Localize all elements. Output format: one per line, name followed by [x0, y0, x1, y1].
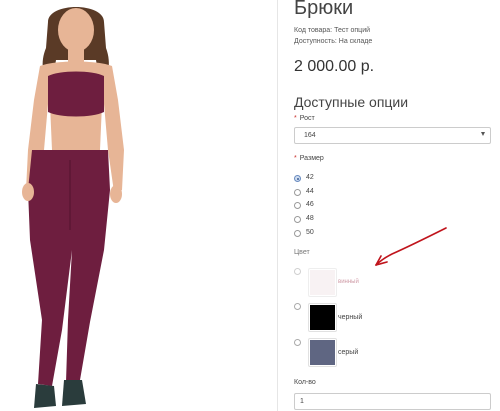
- size-option-label: 48: [306, 215, 314, 222]
- swatch-fill: [310, 340, 335, 365]
- column-divider: [277, 0, 278, 411]
- color-radio[interactable]: [294, 268, 301, 275]
- model-illustration: [22, 7, 124, 408]
- size-radio[interactable]: [294, 216, 301, 223]
- size-radio[interactable]: [294, 230, 301, 237]
- color-option-label: винный: [338, 279, 359, 285]
- product-code: Код товара: Тест опций: [294, 27, 371, 34]
- color-option-label: черный: [338, 314, 363, 321]
- options-heading: Доступные опции: [294, 94, 409, 110]
- required-mark: *: [294, 155, 297, 162]
- color-swatch-wine[interactable]: [308, 268, 337, 297]
- quantity-label: Кол-во: [294, 379, 316, 386]
- color-label: Цвет: [294, 249, 310, 256]
- color-swatch-black[interactable]: [308, 303, 337, 332]
- swatch-fill: [310, 305, 335, 330]
- height-select-value: 164: [304, 132, 316, 139]
- height-label-text: Рост: [299, 115, 315, 122]
- size-radio[interactable]: [294, 189, 301, 196]
- chevron-down-icon: [481, 132, 485, 136]
- height-label: * Рост: [294, 115, 315, 122]
- quantity-input[interactable]: 1: [294, 393, 491, 410]
- product-details-panel: Брюки Код товара: Тест опций Доступность…: [294, 0, 500, 411]
- height-select[interactable]: 164: [294, 127, 491, 144]
- size-radio-selected[interactable]: [294, 175, 301, 182]
- size-label: * Размер: [294, 155, 324, 162]
- product-title: Брюки: [294, 0, 354, 19]
- size-option-label: 46: [306, 201, 314, 208]
- size-option-label: 50: [306, 229, 314, 236]
- size-option-label: 42: [306, 174, 314, 181]
- size-label-text: Размер: [299, 155, 324, 162]
- size-radio[interactable]: [294, 202, 301, 209]
- product-photo[interactable]: [0, 0, 276, 411]
- product-price: 2 000.00 р.: [294, 58, 375, 75]
- color-radio[interactable]: [294, 303, 301, 310]
- product-availability: Доступность: На складе: [294, 38, 373, 45]
- color-radio[interactable]: [294, 339, 301, 346]
- color-option-label: серый: [338, 349, 359, 356]
- size-option-label: 44: [306, 188, 314, 195]
- required-mark: *: [294, 115, 297, 122]
- swatch-fill: [310, 270, 335, 295]
- color-swatch-grey[interactable]: [308, 338, 337, 367]
